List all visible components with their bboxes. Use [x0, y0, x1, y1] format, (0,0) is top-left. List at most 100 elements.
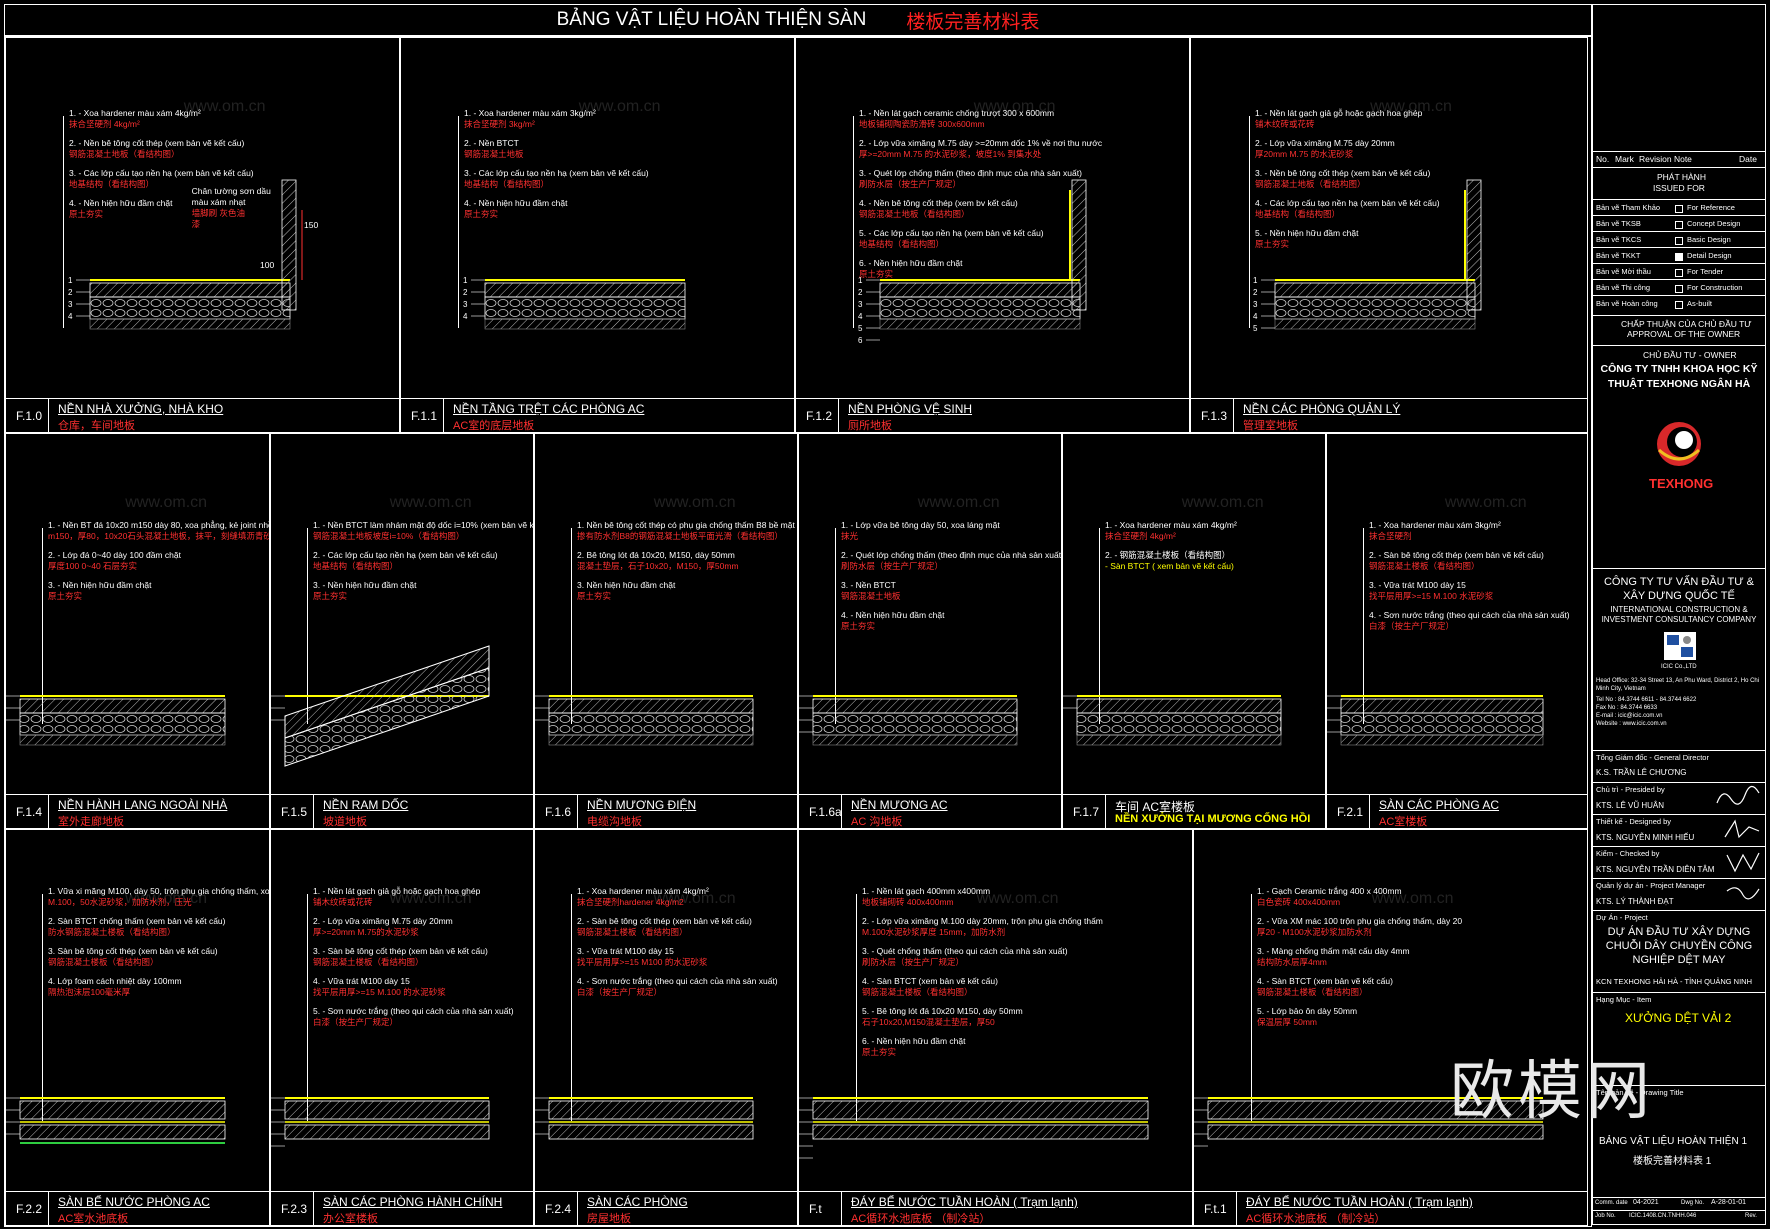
dwg-no-label: Dwg No.: [1681, 1200, 1705, 1206]
rev-col-note: Revision Note: [1639, 154, 1692, 164]
detail-label-row: F.1.0 NỀN NHÀ XƯỞNG, NHÀ KHO 仓库，车间地板: [6, 398, 399, 432]
checked-name: KTS. NGUYỄN TRẦN DIÊN TÂM: [1596, 865, 1715, 874]
code-divider: [841, 795, 842, 828]
svg-text:3: 3: [463, 300, 468, 309]
issue-row-vi: Bản vẽ Tham Khảo: [1596, 203, 1661, 212]
detail-code: F.2.3: [281, 1202, 308, 1216]
floor-section-drawing: 1 2 3 4 5: [1253, 179, 1482, 333]
signature-presided: [1716, 785, 1760, 805]
issue-row-en: Concept Design: [1687, 219, 1741, 228]
issue-row: Bản vẽ TKCS Basic Design: [1593, 231, 1765, 247]
issue-checkbox[interactable]: [1675, 219, 1687, 229]
job-no-row: Job No. ICIC.1408.CN.TNHH.046 Rev.: [1593, 1210, 1765, 1224]
drawing-title-vi: BẢNG VẬT LIỆU HOÀN THIỆN 1: [1599, 1136, 1748, 1147]
owner-block: CHỦ ĐẦU TƯ - OWNER CÔNG TY TNHH KHOA HỌC…: [1593, 345, 1765, 555]
issue-row-en: For Tender: [1687, 267, 1724, 276]
detail-cell-f-1-6: www.om.cn 1. Nền bê tông cốt thép có phụ …: [534, 433, 798, 829]
head-office: Head Office: 32-34 Street 13, An Phu War…: [1596, 678, 1760, 692]
director-block: Tổng Giám đốc - General Director K.S. TR…: [1593, 750, 1765, 780]
consultant-block: CÔNG TY TƯ VẤN ĐẦU TƯ & XÂY DỰNG QUỐC TẾ…: [1593, 568, 1765, 748]
comm-date: 04-2021: [1633, 1199, 1659, 1206]
svg-text:4: 4: [858, 312, 863, 321]
icic-logo-icon: [1664, 632, 1696, 660]
code-divider: [577, 1192, 578, 1225]
project-name: DỰ ÁN ĐẦU TƯ XÂY DỰNG CHUỖI DÂY CHUYỀN C…: [1605, 926, 1753, 966]
issue-checkbox[interactable]: [1675, 203, 1687, 213]
detail-name-zh: AC循环水池底板 （制冷站）: [1246, 1213, 1386, 1225]
floor-section-drawing: 1234: [6, 1097, 226, 1144]
svg-text:1: 1: [463, 276, 468, 285]
svg-text:1: 1: [858, 276, 863, 285]
detail-label-row: F.2.1 SÀN CÁC PHÒNG AC AC室楼板: [1327, 794, 1587, 828]
issue-checkbox[interactable]: [1675, 299, 1687, 309]
floor-section-drawing: 123: [535, 695, 754, 746]
detail-label-row: F.2.4 SÀN CÁC PHÒNG 房屋地板: [535, 1191, 797, 1225]
consultant-short: ICIC Co.,LTD: [1661, 664, 1697, 670]
texhong-logo-icon: [1657, 422, 1701, 466]
floor-section-drawing: 123456: [799, 1097, 1149, 1159]
approval-block: CHẤP THUẬN CỦA CHỦ ĐẦU TƯ APPROVAL OF TH…: [1593, 315, 1765, 341]
issue-row-vi: Bản vẽ Hoàn công: [1596, 299, 1658, 308]
detail-code: F.2.1: [1337, 805, 1364, 819]
issue-row-en: Basic Design: [1687, 235, 1731, 244]
director-label: Tổng Giám đốc - General Director: [1596, 753, 1709, 762]
issue-checkbox[interactable]: [1675, 283, 1687, 293]
detail-code: F.1.4: [16, 805, 43, 819]
signature-pm: [1726, 887, 1760, 900]
tel: Tel No : 84.3744 6611 - 84.3744 6622: [1596, 697, 1697, 703]
drawing-title-zh: 楼板完善材料表 1: [1633, 1156, 1712, 1167]
issue-row: Bản vẽ Mời thầu For Tender: [1593, 263, 1765, 279]
checked-block: Kiểm - Checked by KTS. NGUYỄN TRẦN DIÊN …: [1593, 846, 1765, 876]
detail-grid: www.om.cn 1. - Xoa hardener màu xám 4kg/m…: [4, 36, 1592, 1227]
issue-row-vi: Bản vẽ Thi công: [1596, 283, 1651, 292]
pm-label: Quản lý dự án - Project Manager: [1596, 881, 1706, 890]
detail-code: F.t: [809, 1202, 822, 1216]
issue-row-en: As-built: [1687, 299, 1713, 308]
detail-name: NỀN NHÀ XƯỞNG, NHÀ KHO: [58, 402, 224, 416]
detail-name-zh: AC 沟地板: [851, 816, 903, 828]
issue-checkbox[interactable]: [1675, 251, 1687, 261]
detail-code: F.t.1: [1204, 1202, 1227, 1216]
detail-code: F.1.0: [16, 409, 43, 423]
detail-cell-f-t: www.om.cn 1. - Nền lát gạch 400mm x400mm 地…: [798, 829, 1193, 1226]
sheet-title-vi: BẢNG VẬT LIỆU HOÀN THIỆN SÀN: [556, 9, 867, 30]
issued-vi: PHÁT HÀNH: [1657, 172, 1706, 182]
detail-code: F.1.3: [1201, 409, 1228, 423]
detail-cell-f-1-1: www.om.cn 1. - Xoa hardener màu xám 3kg/m…: [400, 37, 795, 433]
code-divider: [577, 795, 578, 828]
presided-name: KTS. LÊ VŨ HUÂN: [1596, 801, 1665, 810]
code-divider: [313, 1192, 314, 1225]
detail-name: SÀN CÁC PHÒNG HÀNH CHÍNH: [323, 1195, 503, 1209]
floor-section-drawing: 1234: [463, 276, 686, 330]
svg-text:6: 6: [858, 336, 863, 345]
detail-code: F.1.6: [545, 805, 572, 819]
svg-text:3: 3: [1253, 300, 1258, 309]
detail-label-row: F.1.1 NỀN TẦNG TRỆT CÁC PHÒNG AC AC室的底层地板: [401, 398, 794, 432]
detail-code: F.2.4: [545, 1202, 572, 1216]
issue-checkbox[interactable]: [1675, 235, 1687, 245]
code-divider: [48, 795, 49, 828]
detail-label-row: F.1.3 NỀN CÁC PHÒNG QUẢN LÝ 管理室地板: [1191, 398, 1587, 432]
detail-label-row: F.1.6 NỀN MƯƠNG ĐIỆN 电缆沟地板: [535, 794, 797, 828]
svg-text:1: 1: [1253, 276, 1258, 285]
designed-block: Thiết kế - Designed by KTS. NGUYỄN MINH …: [1593, 814, 1765, 844]
detail-name: NỀN RAM DỐC: [323, 798, 409, 812]
detail-cell-f-1-4: www.om.cn 1. - Nền BT đá 10x20 m150 dày 8…: [5, 433, 270, 829]
svg-text:4: 4: [1253, 312, 1258, 321]
detail-code: F.2.2: [16, 1202, 43, 1216]
code-divider: [313, 795, 314, 828]
owner-name: CÔNG TY TNHH KHOA HỌC KỸ THUẬT TEXHONG N…: [1600, 363, 1758, 390]
detail-name-zh: 电缆沟地板: [587, 816, 642, 828]
detail-name: SÀN CÁC PHÒNG: [587, 1195, 688, 1209]
detail-name-zh: 房屋地板: [587, 1213, 631, 1225]
floor-section-drawing: 123: [271, 645, 490, 767]
code-divider: [1105, 795, 1106, 828]
dimension-label: 100: [260, 260, 275, 270]
detail-name-zh: 管理室地板: [1243, 420, 1298, 432]
detail-name-zh: 坡道地板: [323, 816, 367, 828]
detail-name-zh: AC循环水池底板 （制冷站）: [851, 1213, 991, 1225]
svg-text:4: 4: [68, 312, 73, 321]
issue-checkbox[interactable]: [1675, 267, 1687, 277]
drawing-sheet: BẢNG VẬT LIỆU HOÀN THIỆN SÀN 楼板完善材料表 www…: [0, 0, 1770, 1229]
detail-name: ĐÁY BỂ NƯỚC TUẦN HOÀN ( Trạm lạnh): [1246, 1195, 1473, 1209]
